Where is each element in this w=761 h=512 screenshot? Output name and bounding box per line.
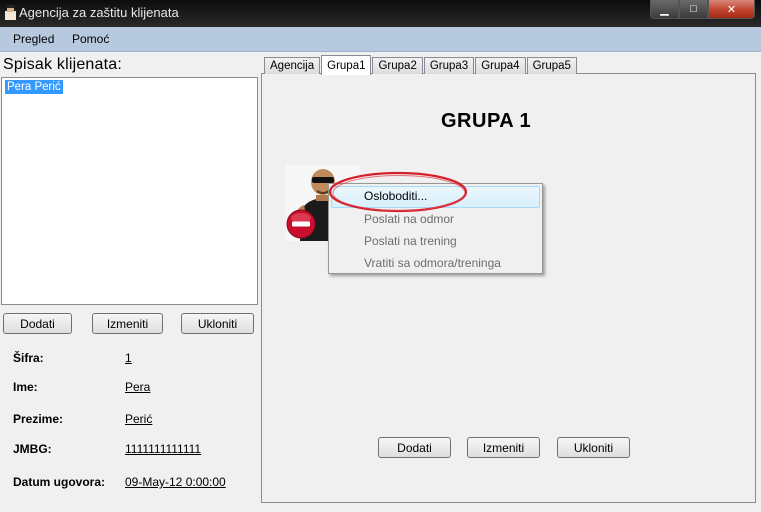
- tab-grupa4[interactable]: Grupa4: [475, 57, 526, 74]
- annotation-ellipse: [328, 171, 468, 213]
- client-listbox[interactable]: Pera Perić: [1, 77, 258, 305]
- tab-grupa1[interactable]: Grupa1: [321, 55, 372, 75]
- menu-item-poslati-na-odmor[interactable]: Poslati na odmor: [364, 212, 454, 226]
- sifra-value: 1: [125, 351, 132, 365]
- close-button[interactable]: ✕: [708, 0, 755, 19]
- prezime-label: Prezime:: [13, 412, 64, 426]
- menu-pregled[interactable]: Pregled: [13, 32, 54, 46]
- edit-client-button[interactable]: Izmeniti: [92, 313, 163, 334]
- remove-client-button[interactable]: Ukloniti: [181, 313, 254, 334]
- tab-grupa3[interactable]: Grupa3: [423, 57, 475, 74]
- menu-item-vratiti[interactable]: Vratiti sa odmora/treninga: [364, 256, 501, 270]
- window-title: Agencija za zaštitu klijenata: [19, 5, 179, 20]
- maximize-button[interactable]: □: [679, 0, 708, 19]
- title-bar[interactable]: Agencija za zaštitu klijenata ▁ □ ✕: [0, 0, 761, 27]
- tab-strip: Agencija Grupa1 Grupa2 Grupa3 Grupa4 Gru…: [264, 55, 578, 75]
- remove-member-button[interactable]: Ukloniti: [557, 437, 630, 458]
- client-list-title: Spisak klijenata:: [3, 56, 123, 73]
- menu-pomoc[interactable]: Pomoć: [72, 32, 109, 46]
- menu-bar: Pregled Pomoć: [0, 27, 761, 52]
- prezime-value: Perić: [125, 412, 153, 426]
- app-icon: [5, 5, 16, 20]
- edit-member-button[interactable]: Izmeniti: [467, 437, 540, 458]
- menu-item-poslati-na-trening[interactable]: Poslati na trening: [364, 234, 457, 248]
- window-controls: ▁ □ ✕: [650, 0, 755, 20]
- add-client-button[interactable]: Dodati: [3, 313, 72, 334]
- datum-value: 09-May-12 0:00:00: [125, 475, 226, 489]
- tab-grupa5[interactable]: Grupa5: [526, 57, 577, 74]
- sifra-label: Šifra:: [13, 351, 44, 365]
- jmbg-value: 1111111111111: [125, 442, 202, 456]
- add-member-button[interactable]: Dodati: [378, 437, 451, 458]
- jmbg-label: JMBG:: [13, 442, 52, 456]
- minimize-button[interactable]: ▁: [650, 0, 679, 19]
- tab-agencija[interactable]: Agencija: [264, 57, 321, 74]
- no-entry-icon: [286, 209, 316, 239]
- ime-label: Ime:: [13, 380, 38, 394]
- group-title: GRUPA 1: [441, 110, 532, 132]
- list-item[interactable]: Pera Perić: [4, 79, 64, 95]
- datum-label: Datum ugovora:: [13, 475, 106, 489]
- ime-value: Pera: [125, 380, 151, 394]
- tab-grupa2[interactable]: Grupa2: [372, 57, 423, 74]
